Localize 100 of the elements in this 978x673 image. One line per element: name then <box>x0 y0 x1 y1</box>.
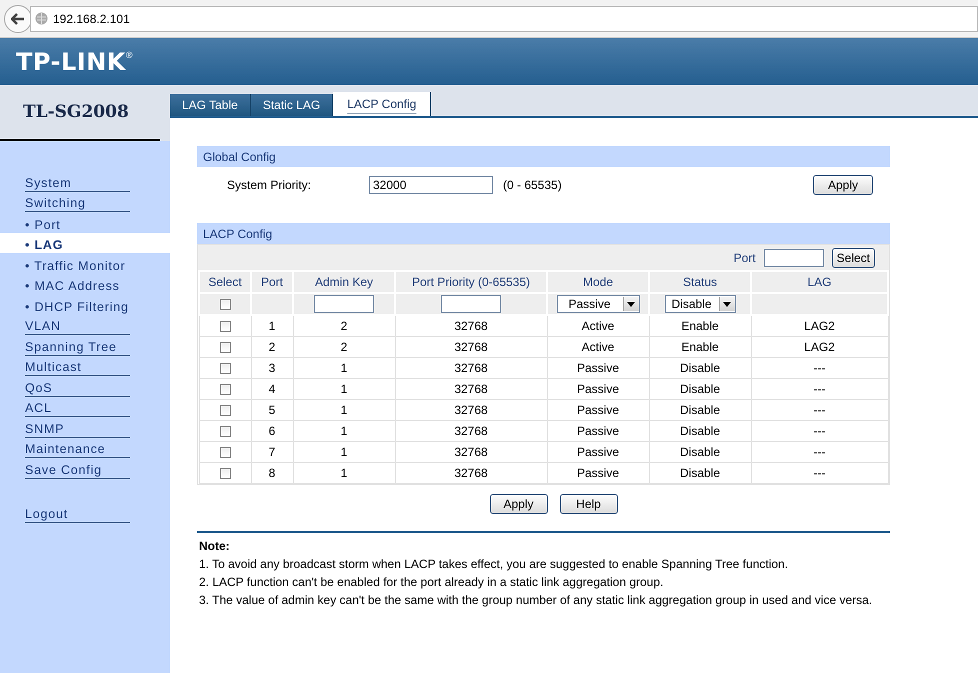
table-cell: 1 <box>293 358 395 378</box>
menu-item[interactable]: Switching <box>0 192 170 212</box>
menu-item[interactable]: ACL <box>0 396 170 417</box>
section-header: LACP Config <box>197 223 890 244</box>
table-cell: 32768 <box>395 442 547 462</box>
table-cell: 32768 <box>395 462 547 484</box>
menu-item[interactable]: Spanning Tree <box>0 335 170 356</box>
table-cell: Passive <box>547 462 649 484</box>
menu-item[interactable]: Maintenance <box>0 438 170 458</box>
checkbox[interactable] <box>220 342 230 354</box>
table-cell: 1 <box>293 378 395 400</box>
caret-icon <box>627 302 635 306</box>
table-cell: --- <box>751 378 888 400</box>
table-cell: Enable <box>649 336 751 358</box>
dropdown[interactable]: Passive <box>556 295 640 313</box>
input-field[interactable] <box>764 248 824 266</box>
section-header: Global Config <box>197 146 890 167</box>
logout-link[interactable]: Logout <box>0 502 170 523</box>
menu-item[interactable]: • DHCP Filtering <box>0 294 170 314</box>
field-label: Port <box>734 250 756 264</box>
action-button[interactable]: Help <box>560 494 618 514</box>
checkbox[interactable] <box>220 447 230 458</box>
menu-item[interactable]: VLAN <box>0 314 170 335</box>
table-cell: --- <box>751 358 888 378</box>
menu-item[interactable]: QoS <box>0 376 170 396</box>
tab[interactable]: Static LAG <box>250 94 334 116</box>
model-name: TL-SG2008 <box>23 102 129 122</box>
column-header: Admin Key <box>293 271 395 293</box>
table-cell: Disable <box>649 420 751 442</box>
note-title: Note: <box>199 539 231 553</box>
table-cell: Disable <box>649 400 751 420</box>
table-cell: 8 <box>251 462 293 484</box>
apply-button[interactable]: Apply <box>812 175 873 195</box>
tab[interactable]: LACP Config <box>333 92 432 116</box>
dropdown[interactable]: Disable <box>664 295 736 313</box>
column-header: Port Priority (0-65535) <box>395 271 547 293</box>
table-cell: Active <box>547 336 649 358</box>
table-cell: 32768 <box>395 420 547 442</box>
address-bar[interactable]: 192.168.2.101 <box>30 6 978 32</box>
table-cell: 4 <box>251 378 293 400</box>
table-cell: 1 <box>251 315 293 336</box>
table-cell: Active <box>547 315 649 336</box>
table-cell: 7 <box>251 442 293 462</box>
input-field[interactable]: 32000 <box>369 176 493 194</box>
table-cell: --- <box>751 462 888 484</box>
note-text: 3. The value of admin key can't be the same with the group number of any static link aggregation group in used and vice versa. <box>199 593 874 607</box>
table-cell: 32768 <box>395 336 547 358</box>
table-cell: 32768 <box>395 400 547 420</box>
menu-item[interactable]: • MAC Address <box>0 274 170 294</box>
checkbox[interactable] <box>220 468 230 480</box>
menu-item[interactable]: SNMP <box>0 417 170 438</box>
input-field[interactable] <box>314 295 374 313</box>
table-cell: 2 <box>293 315 395 336</box>
table-cell: Passive <box>547 442 649 462</box>
globe-icon <box>35 12 48 25</box>
menu-item[interactable]: Save Config <box>0 458 170 478</box>
table-cell: Passive <box>547 400 649 420</box>
table-cell: Enable <box>649 315 751 336</box>
table-cell: 3 <box>251 358 293 378</box>
table-cell: 6 <box>251 420 293 442</box>
checkbox[interactable] <box>220 299 230 310</box>
table-cell: LAG2 <box>751 336 888 358</box>
table-cell: 1 <box>293 462 395 484</box>
table-cell: 5 <box>251 400 293 420</box>
column-header: Select <box>199 271 251 293</box>
input-field[interactable] <box>441 295 501 313</box>
checkbox[interactable] <box>220 426 230 438</box>
checkbox[interactable] <box>220 363 230 374</box>
checkbox[interactable] <box>220 321 230 332</box>
table-cell: 2 <box>293 336 395 358</box>
checkbox[interactable] <box>220 405 230 416</box>
table-cell: 2 <box>251 336 293 358</box>
range-hint: (0 - 65535) <box>503 178 562 192</box>
tab[interactable]: LAG Table <box>170 94 251 116</box>
note-text: 2. LACP function can't be enabled for the port already in a static link aggregation group. <box>199 575 664 589</box>
table-cell: --- <box>751 420 888 442</box>
logo: TP-LINK <box>16 48 126 76</box>
column-header: Mode <box>547 271 649 293</box>
note-text: 1. To avoid any broadcast storm when LACP takes effect, you are suggested to enable Spanning Tree function. <box>199 557 790 571</box>
table-cell: Passive <box>547 358 649 378</box>
menu-item[interactable]: • Port <box>0 212 170 232</box>
back-button[interactable] <box>4 4 32 32</box>
table-cell: 1 <box>293 400 395 420</box>
table-cell: Disable <box>649 358 751 378</box>
table-cell: Disable <box>649 442 751 462</box>
back-arrow-icon <box>11 12 25 24</box>
select-button[interactable]: Select <box>832 248 875 268</box>
column-header: Status <box>649 271 751 293</box>
table-cell: --- <box>751 442 888 462</box>
registered-mark: ® <box>126 50 133 60</box>
menu-item[interactable]: Multicast <box>0 356 170 376</box>
checkbox[interactable] <box>220 384 230 396</box>
menu-item[interactable]: System <box>0 171 170 192</box>
column-header: Port <box>251 271 293 293</box>
action-button[interactable]: Apply <box>490 494 548 514</box>
column-header: LAG <box>751 271 888 293</box>
menu-item[interactable]: • LAG <box>0 232 170 253</box>
caret-icon <box>723 302 731 306</box>
menu-item[interactable]: • Traffic Monitor <box>0 253 170 274</box>
table-cell: --- <box>751 400 888 420</box>
